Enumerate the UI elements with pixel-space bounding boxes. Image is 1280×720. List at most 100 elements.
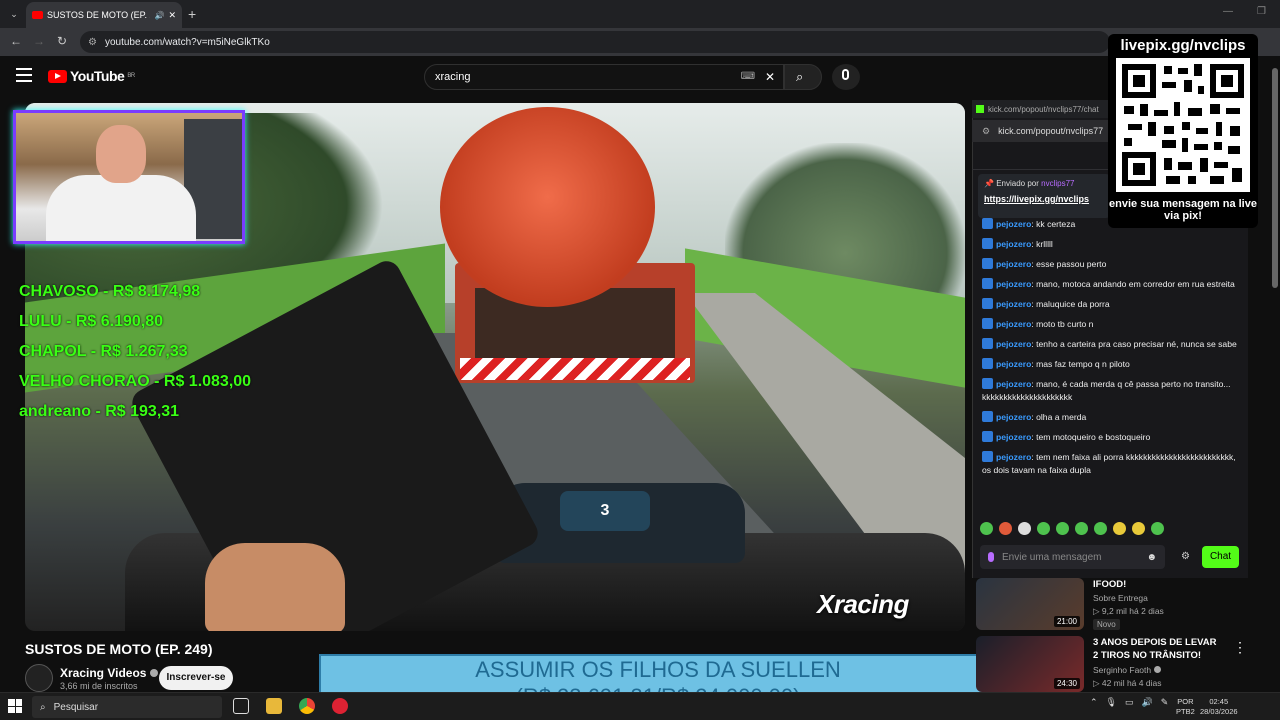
tab-title: SUSTOS DE MOTO (EP. 249)	[47, 10, 150, 20]
pinned-link[interactable]: https://livepix.gg/nvclips	[984, 194, 1104, 204]
search-input[interactable]: xracing ⌨ ✕	[424, 64, 784, 90]
menu-icon[interactable]	[16, 68, 32, 82]
subscriber-badge-icon	[982, 238, 993, 249]
address-bar[interactable]: ⚙ youtube.com/watch?v=m5iNeGlkTKo	[80, 31, 1110, 53]
subscriber-badge-icon	[982, 358, 993, 369]
channel-name[interactable]: Xracing Videos	[60, 666, 159, 680]
emote-icon[interactable]	[1132, 522, 1145, 535]
app-icon[interactable]	[332, 698, 348, 714]
file-explorer-icon[interactable]	[266, 698, 282, 714]
subscriber-badge-icon	[982, 451, 993, 462]
livepix-title: livepix.gg/nvclips	[1120, 37, 1246, 54]
subscriber-badge-icon	[982, 378, 993, 389]
subscriber-badge-icon	[982, 218, 993, 229]
maximize-icon[interactable]: ❐	[1257, 6, 1266, 17]
chat-message-input[interactable]: Envie uma mensagem ☻	[980, 545, 1165, 569]
chevron-up-icon[interactable]: ⌃	[1090, 697, 1098, 708]
kick-favicon-icon	[976, 105, 984, 113]
emote-icon[interactable]	[1094, 522, 1107, 535]
subscriber-badge-icon	[982, 278, 993, 289]
youtube-play-icon	[48, 69, 67, 83]
verified-icon	[1153, 666, 1161, 673]
emote-icon[interactable]	[1037, 522, 1050, 535]
system-tray: ⌃ 🎙 ▭ 🔊 ✎	[1090, 697, 1168, 708]
task-view-icon[interactable]	[233, 698, 249, 714]
chat-messages: pejozero: kk certeza pejozero: krlllll p…	[978, 218, 1240, 514]
leaderboard-row: CHAVOSO - R$ 8.174,98	[19, 283, 201, 300]
emoji-icon[interactable]: ☻	[1146, 552, 1157, 563]
browser-tab[interactable]: SUSTOS DE MOTO (EP. 249) 🔊 ✕	[26, 2, 182, 28]
youtube-logo-text: YouTube	[70, 68, 125, 84]
emote-icon[interactable]	[1056, 522, 1069, 535]
webcam-overlay	[13, 110, 245, 244]
clear-search-icon[interactable]: ✕	[765, 70, 775, 84]
pen-icon[interactable]: ✎	[1161, 697, 1169, 708]
chat-message: pejozero: olha a merda	[978, 411, 1240, 424]
mic-icon[interactable]	[988, 552, 994, 562]
emote-icon[interactable]	[1075, 522, 1088, 535]
chat-message: pejozero: tem nem faixa ali porra kkkkkk…	[982, 451, 1236, 475]
chat-message: pejozero: esse passou perto	[978, 258, 1240, 271]
windows-start-icon[interactable]	[8, 699, 22, 713]
forward-icon[interactable]: →	[33, 34, 45, 48]
leaderboard-row: CHAPOL - R$ 1.267,33	[19, 343, 188, 360]
page-scrollbar[interactable]	[1270, 56, 1280, 692]
new-tab-button[interactable]: +	[188, 6, 196, 22]
emote-icon[interactable]	[999, 522, 1012, 535]
reload-icon[interactable]: ↻	[57, 34, 67, 48]
url-text: youtube.com/watch?v=m5iNeGlkTKo	[104, 36, 270, 48]
pinned-username: nvclips77	[1041, 179, 1075, 188]
taskbar-search[interactable]: ⌕ Pesquisar	[32, 696, 222, 718]
voice-search-button[interactable]	[832, 64, 860, 90]
new-badge: Novo	[1093, 619, 1120, 630]
network-icon[interactable]: ▭	[1125, 697, 1134, 708]
subscribe-button[interactable]: Inscrever-se	[159, 666, 233, 690]
recommendation-title[interactable]: 3 ANOS DEPOIS DE LEVAR 2 TIROS NO TRÂNSI…	[1093, 636, 1221, 662]
channel-avatar[interactable]	[25, 664, 53, 692]
recommendation-channel[interactable]: Sobre Entrega	[1093, 592, 1148, 605]
chat-message: pejozero: tenho a carteira pra caso prec…	[978, 338, 1240, 351]
emote-icon[interactable]	[1151, 522, 1164, 535]
search-icon: ⌕	[796, 69, 804, 84]
subscriber-count: 3,66 mi de inscritos	[60, 681, 138, 691]
minimize-icon[interactable]: —	[1223, 6, 1233, 17]
video-hand	[205, 543, 345, 631]
recommendation-title[interactable]: IFOOD!	[1093, 578, 1233, 591]
more-options-icon[interactable]: ⋮	[1233, 639, 1247, 656]
taskbar-clock[interactable]: 02:45 28/03/2026	[1200, 697, 1238, 717]
verified-icon	[150, 669, 159, 677]
scrollbar-thumb[interactable]	[1272, 68, 1278, 288]
chat-message: pejozero: mano, é cada merda q cê passa …	[982, 378, 1231, 402]
search-button[interactable]: ⌕	[784, 64, 822, 90]
speaker-icon[interactable]: 🔊	[154, 11, 164, 20]
chat-send-button[interactable]: Chat	[1202, 546, 1239, 568]
language-indicator[interactable]: POR PTB2	[1176, 697, 1195, 717]
qr-code-graphic	[1122, 64, 1244, 186]
recommendation-meta: ▷ 9,2 mil há 2 dias	[1093, 606, 1164, 616]
leaderboard-row: VELHO CHORAO - R$ 1.083,00	[19, 373, 252, 390]
recommendation-meta: ▷ 42 mil há 4 dias	[1093, 678, 1162, 688]
pinned-sender: 📌 Enviado por nvclips77	[984, 179, 1075, 188]
emote-icon[interactable]	[1113, 522, 1126, 535]
taskbar-search-label: Pesquisar	[53, 701, 99, 713]
site-info-icon[interactable]: ⚙	[982, 126, 990, 137]
keyboard-icon[interactable]: ⌨	[741, 71, 755, 82]
emote-icon[interactable]	[980, 522, 993, 535]
subscriber-badge-icon	[982, 318, 993, 329]
chrome-icon[interactable]	[299, 698, 315, 714]
volume-icon[interactable]: 🔊	[1142, 697, 1153, 708]
tab-search-icon[interactable]: ⌄	[6, 6, 22, 22]
youtube-logo[interactable]: YouTube BR	[48, 68, 135, 84]
search-icon: ⌕	[40, 701, 46, 713]
channel-name-text: Xracing Videos	[60, 666, 147, 680]
tab-close-icon[interactable]: ✕	[168, 10, 176, 21]
back-icon[interactable]: ←	[10, 34, 22, 48]
site-info-icon[interactable]: ⚙	[88, 37, 97, 48]
recommendation-thumbnail[interactable]: 24:30	[976, 636, 1084, 692]
recommendation-channel[interactable]: Serginho Faoth	[1093, 664, 1161, 677]
emote-icon[interactable]	[1018, 522, 1031, 535]
recommendation-thumbnail[interactable]: 21:00	[976, 578, 1084, 630]
chat-settings-icon[interactable]: ⚙	[1181, 551, 1190, 562]
mic-icon[interactable]: 🎙	[1106, 697, 1117, 708]
webcam-person-body	[46, 175, 196, 241]
